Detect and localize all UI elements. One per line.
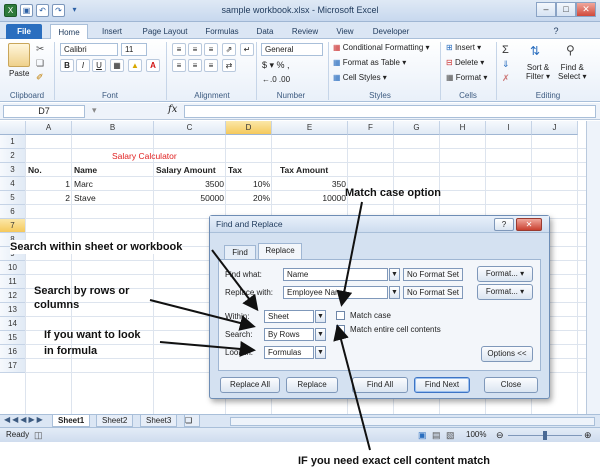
arrow-match-case [336, 201, 363, 307]
arrow-exact-match [333, 324, 371, 451]
annotation-arrows [149, 201, 371, 451]
arrow-search-rows [149, 299, 256, 331]
arrow-search-within [211, 249, 259, 312]
arrow-look-in [159, 340, 256, 357]
excel-screenshot: X ▣ ↶ ↷ ▾ sample workbook.xlsx - Microso… [0, 0, 600, 473]
